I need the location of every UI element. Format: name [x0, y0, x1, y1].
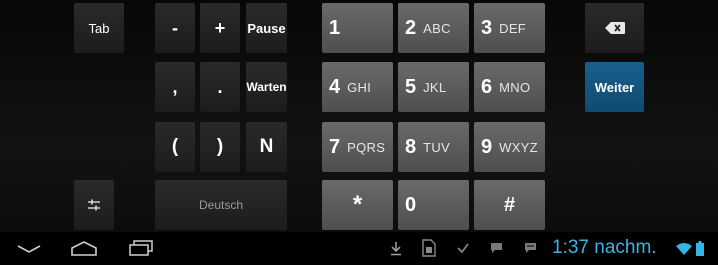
paren-open-key[interactable]: ( [155, 122, 195, 172]
tab-key[interactable]: Tab [74, 3, 124, 53]
letters-label: GHI [347, 79, 372, 95]
message-icon [524, 242, 537, 254]
hash-label: # [503, 193, 516, 216]
digit-label: 6 [481, 75, 493, 98]
digit-label: 1 [329, 16, 341, 39]
next-key-label: Weiter [594, 79, 635, 95]
letters-label: WXYZ [499, 139, 538, 155]
digit-4-key[interactable]: 4 GHI [322, 62, 393, 112]
wifi-indicator [675, 240, 693, 256]
letters-label: PQRS [347, 139, 386, 155]
paren-close-key[interactable]: ) [200, 122, 240, 172]
letters-label: ABC [423, 20, 451, 36]
digit-0-key[interactable]: 0 [398, 180, 469, 230]
star-label: * [352, 191, 363, 218]
digit-5-key[interactable]: 5 JKL [398, 62, 469, 112]
sim-notification[interactable] [420, 238, 438, 258]
keyboard: Tab - + Pause , . Warten ( ) N Deutsch 1… [0, 0, 718, 232]
checkbox-notification[interactable] [455, 240, 471, 256]
comma-key[interactable]: , [155, 62, 195, 112]
home-button[interactable] [68, 238, 100, 258]
wifi-icon [676, 242, 692, 255]
battery-indicator [695, 239, 705, 257]
checkbox-icon [457, 242, 469, 254]
hash-key[interactable]: # [474, 180, 545, 230]
backspace-icon [604, 22, 625, 34]
chat-icon [490, 242, 503, 254]
hide-keyboard-button[interactable] [14, 240, 44, 258]
digit-3-key[interactable]: 3 DEF [474, 3, 545, 53]
digit-label: 4 [329, 75, 341, 98]
backspace-key[interactable] [585, 3, 644, 53]
sim-card-icon [422, 239, 436, 257]
letters-label: DEF [499, 20, 527, 36]
download-notification[interactable] [388, 240, 404, 258]
digit-7-key[interactable]: 7 PQRS [322, 122, 393, 172]
pause-key[interactable]: Pause [246, 3, 287, 53]
chat-notification[interactable] [488, 240, 504, 256]
n-key[interactable]: N [246, 122, 287, 172]
digit-label: 5 [405, 75, 417, 98]
letters-label: JKL [423, 79, 447, 95]
wait-key[interactable]: Warten [246, 62, 287, 112]
letters-label: TUV [423, 139, 451, 155]
settings-sliders-icon [87, 199, 101, 211]
home-icon [70, 240, 98, 256]
digit-label: 7 [329, 135, 341, 158]
digit-8-key[interactable]: 8 TUV [398, 122, 469, 172]
language-key[interactable]: Deutsch [155, 180, 287, 230]
digit-9-key[interactable]: 9 WXYZ [474, 122, 545, 172]
digit-label: 2 [405, 16, 417, 39]
download-icon [390, 242, 402, 256]
keyboard-settings-key[interactable] [74, 180, 114, 230]
digit-6-key[interactable]: 6 MNO [474, 62, 545, 112]
chevron-down-icon [16, 244, 42, 254]
message-notification[interactable] [522, 240, 538, 256]
period-key[interactable]: . [200, 62, 240, 112]
battery-icon [696, 240, 704, 256]
digit-label: 0 [405, 193, 417, 216]
plus-key[interactable]: + [200, 3, 240, 53]
digit-1-key[interactable]: 1 [322, 3, 393, 53]
status-clock[interactable]: 1:37 nachm. [552, 236, 657, 260]
star-key[interactable]: * [322, 180, 393, 230]
recent-apps-button[interactable] [126, 238, 156, 258]
minus-key[interactable]: - [155, 3, 195, 53]
digit-2-key[interactable]: 2 ABC [398, 3, 469, 53]
recent-apps-icon [128, 240, 154, 256]
digit-label: 3 [481, 16, 493, 39]
letters-label: MNO [499, 79, 531, 95]
digit-label: 9 [481, 135, 493, 158]
next-key[interactable]: Weiter [585, 62, 644, 112]
digit-label: 8 [405, 135, 417, 158]
